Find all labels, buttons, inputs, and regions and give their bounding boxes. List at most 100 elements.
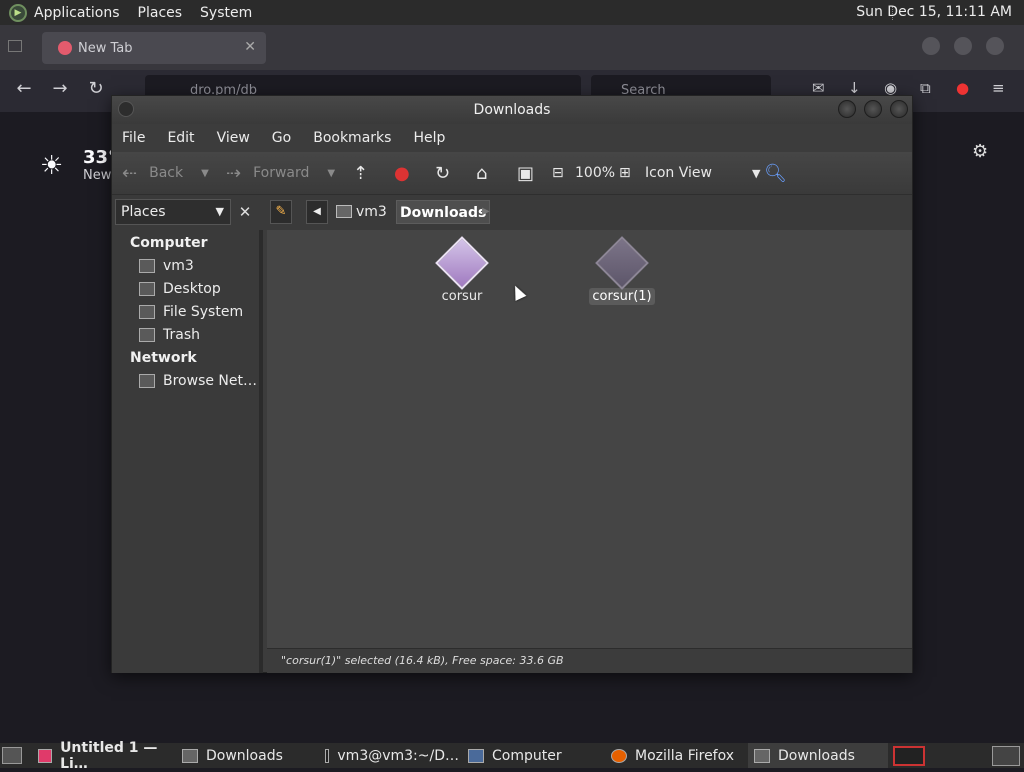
task-downloads-1[interactable]: Downloads — [176, 743, 316, 768]
file-view[interactable]: corsur corsur(1) — [267, 230, 912, 648]
task-label: Mozilla Firefox — [635, 747, 735, 764]
minimize-button[interactable] — [922, 37, 940, 55]
menu-places[interactable]: Places — [138, 5, 183, 21]
reload-button[interactable]: ↻ — [435, 152, 458, 194]
zoom-value: 100% — [575, 165, 616, 181]
stop-icon: ● — [394, 162, 410, 184]
tab-new-tab[interactable]: New Tab ✕ — [42, 32, 266, 64]
home-button[interactable]: ⌂ — [476, 152, 495, 194]
forward-history-chevron-icon[interactable]: ▼ — [327, 168, 335, 179]
window-menu-icon[interactable] — [118, 101, 134, 117]
maximize-button[interactable] — [954, 37, 972, 55]
breadcrumb-downloads[interactable]: Downloads — [396, 200, 491, 224]
workspace-switcher[interactable] — [893, 746, 925, 766]
maximize-button[interactable] — [864, 100, 882, 118]
zoom-in-button[interactable]: ⊞ — [619, 152, 639, 194]
hamburger-menu-icon[interactable]: ≡ — [992, 79, 1005, 97]
home-folder-icon — [336, 205, 352, 218]
task-terminal[interactable]: vm3@vm3:~/D… — [319, 743, 459, 768]
sidebar-item-browse-network[interactable]: Browse Net… — [139, 371, 257, 391]
task-label: vm3@vm3:~/D… — [337, 747, 459, 764]
firefox-icon — [611, 748, 627, 763]
file-manager-window: Downloads File Edit View Go Bookmarks He… — [111, 95, 913, 673]
network-icon — [139, 374, 155, 388]
view-mode-select[interactable]: Icon View ▼ — [645, 152, 760, 194]
zoom-out-button[interactable]: ⊟ — [552, 152, 572, 194]
menu-view[interactable]: View — [217, 130, 250, 146]
clock[interactable]: Sun Dec 15, 11:11 AM — [856, 4, 1012, 20]
zoom-level[interactable]: 100% — [575, 152, 615, 194]
back-button[interactable]: ⇠ Back ▼ — [122, 152, 209, 194]
breadcrumb-right-icon[interactable]: ▶ — [482, 200, 490, 224]
task-firefox[interactable]: Mozilla Firefox — [605, 743, 745, 768]
drive-icon — [139, 305, 155, 319]
task-libreoffice[interactable]: Untitled 1 — Li… — [32, 740, 172, 772]
forward-button[interactable]: ⇢ Forward ▼ — [226, 152, 335, 194]
file-name: corsur — [441, 289, 483, 304]
computer-button[interactable]: ▣ — [517, 152, 542, 194]
firefox-window-controls — [922, 37, 1004, 55]
close-button[interactable] — [986, 37, 1004, 55]
menu-system[interactable]: System — [200, 5, 252, 21]
top-panel: ▶ Applications Places System Sun Dec 15,… — [0, 0, 1024, 25]
gear-icon[interactable]: ⚙ — [972, 141, 988, 162]
tab-list-icon[interactable] — [8, 40, 22, 52]
up-arrow-icon: ⇡ — [353, 162, 369, 184]
task-downloads-2[interactable]: Downloads — [748, 743, 888, 768]
edit-location-icon[interactable]: ✎ — [270, 200, 292, 224]
forward-arrow-icon: ⇢ — [226, 162, 242, 184]
show-desktop-icon[interactable] — [2, 747, 22, 764]
close-sidebar-icon[interactable]: ✕ — [234, 200, 256, 224]
home-folder-icon — [139, 259, 155, 273]
reload-icon[interactable]: ↻ — [84, 78, 108, 99]
sidebar-type-select[interactable]: Places ▼ — [115, 199, 231, 225]
task-label: Downloads — [206, 747, 283, 764]
status-bar: "corsur(1)" selected (16.4 kB), Free spa… — [267, 648, 912, 673]
menu-edit[interactable]: Edit — [167, 130, 194, 146]
back-history-chevron-icon[interactable]: ▼ — [201, 168, 209, 179]
back-arrow-icon: ⇠ — [122, 162, 138, 184]
forward-arrow-icon[interactable]: → — [48, 78, 72, 99]
file-icon — [435, 236, 489, 290]
close-tab-icon[interactable]: ✕ — [244, 39, 256, 55]
up-button[interactable]: ⇡ — [353, 152, 376, 194]
search-button[interactable]: 🔍︎ — [764, 152, 795, 194]
task-label: Untitled 1 — Li… — [60, 739, 158, 772]
stop-button[interactable]: ● — [394, 152, 418, 194]
breadcrumb-vm3[interactable]: vm3 — [334, 200, 393, 224]
bottom-panel: Untitled 1 — Li… Downloads vm3@vm3:~/D… … — [0, 740, 1024, 772]
mate-logo-icon: ▶ — [9, 3, 27, 22]
back-arrow-icon[interactable]: ← — [12, 78, 36, 99]
file-item-corsur-1[interactable]: corsur(1) — [582, 236, 662, 305]
sidebar-item-trash[interactable]: Trash — [139, 325, 200, 345]
trash-applet-icon[interactable] — [992, 746, 1020, 766]
minimize-button[interactable] — [838, 100, 856, 118]
menu-help[interactable]: Help — [413, 130, 445, 146]
sidebar-item-file-system[interactable]: File System — [139, 302, 243, 322]
sidebar-item-vm3[interactable]: vm3 — [139, 256, 194, 276]
window-titlebar[interactable]: Downloads — [112, 96, 912, 124]
sidebar-item-label: vm3 — [163, 258, 194, 274]
breadcrumb-left-icon[interactable]: ◀ — [306, 200, 328, 224]
file-item-corsur[interactable]: corsur — [422, 236, 502, 305]
computer-icon — [468, 748, 484, 763]
folder-icon — [754, 748, 770, 763]
menu-applications[interactable]: Applications — [34, 5, 120, 21]
forward-label: Forward — [253, 165, 310, 181]
extensions-icon[interactable]: ⧉ — [920, 79, 931, 97]
sidebar-item-label: Browse Net… — [163, 373, 258, 389]
toolbar: ⇠ Back ▼ ⇢ Forward ▼ ⇡ ● ↻ ⌂ ▣ ⊟ 100% ⊞ … — [112, 152, 912, 194]
sidebar-item-label: Desktop — [163, 281, 221, 297]
reload-icon: ↻ — [435, 162, 451, 184]
task-label: Computer — [492, 747, 562, 764]
zoom-out-icon: ⊟ — [552, 165, 564, 181]
desktop-folder-icon — [139, 282, 155, 296]
back-label: Back — [149, 165, 184, 181]
task-computer[interactable]: Computer — [462, 743, 602, 768]
menu-go[interactable]: Go — [272, 130, 291, 146]
close-button[interactable] — [890, 100, 908, 118]
menu-bookmarks[interactable]: Bookmarks — [313, 130, 391, 146]
ublock-icon[interactable]: ● — [956, 79, 969, 97]
menu-file[interactable]: File — [122, 130, 145, 146]
sidebar-item-desktop[interactable]: Desktop — [139, 279, 221, 299]
